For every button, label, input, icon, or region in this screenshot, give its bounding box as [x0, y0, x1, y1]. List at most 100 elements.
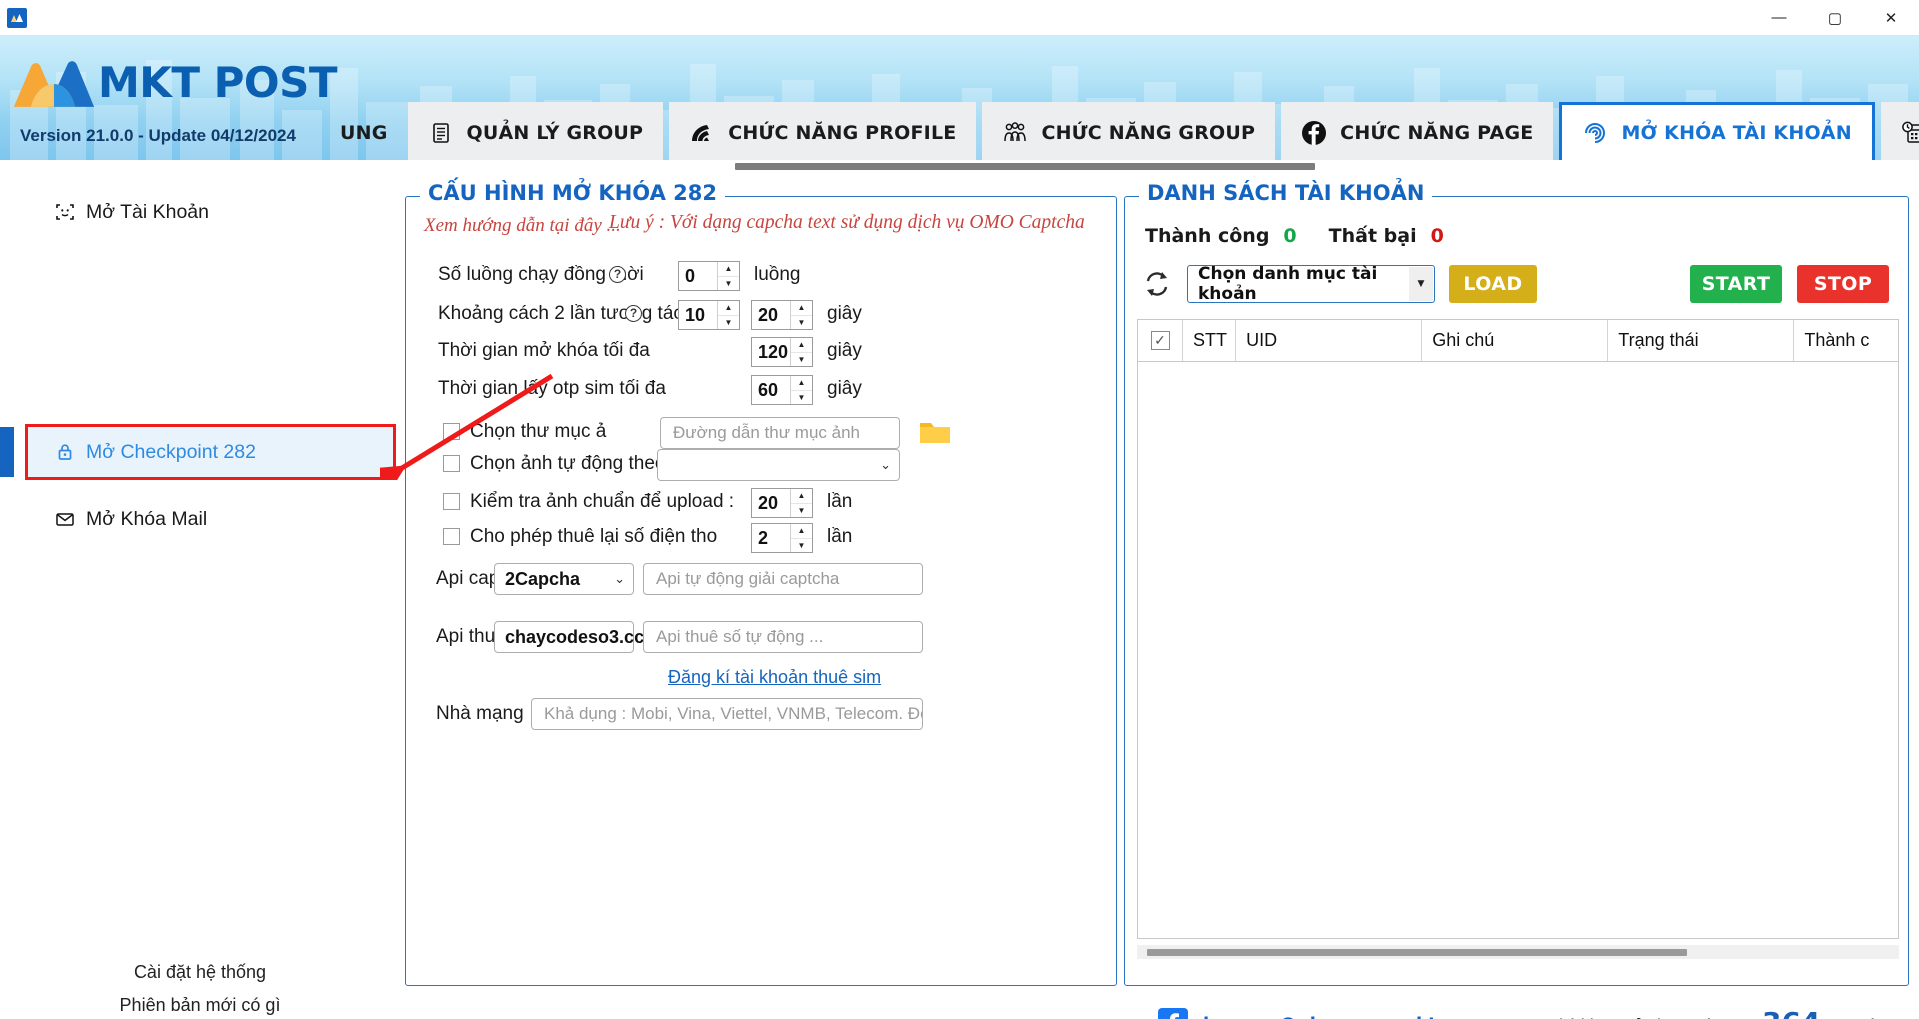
rent-again-up-arrow[interactable]: ▲ [791, 524, 812, 539]
refresh-icon[interactable] [1141, 268, 1173, 300]
left-sidebar: Mở Tài Khoản Mở Checkpoint 282 Mở Khóa M… [0, 172, 400, 1019]
row-auto-photo: Chọn ảnh tự động theo w ⌄ [406, 446, 1118, 484]
column-ghi-chu[interactable]: Ghi chú [1422, 320, 1609, 361]
max-unlock-time-input[interactable] [752, 338, 790, 366]
column-uid[interactable]: UID [1236, 320, 1423, 361]
check-photo-stepper[interactable]: ▲▼ [751, 488, 813, 518]
threads-help-icon[interactable]: ? [609, 266, 626, 283]
tab-ung[interactable]: UNG [340, 102, 402, 160]
scrollbar-thumb[interactable] [1147, 949, 1687, 956]
threads-arrows[interactable]: ▲ ▼ [717, 262, 739, 290]
interval-to-stepper[interactable]: ▲▼ [751, 300, 813, 330]
interval-to-down-arrow[interactable]: ▼ [791, 316, 812, 330]
start-button[interactable]: START [1690, 265, 1782, 303]
rent-again-down-arrow[interactable]: ▼ [791, 539, 812, 553]
column-thanh-cong[interactable]: Thành c [1794, 320, 1898, 361]
tab-chuc-nang-page[interactable]: CHỨC NĂNG PAGE [1281, 102, 1554, 160]
sidebar-item-mo-checkpoint-282[interactable]: Mở Checkpoint 282 [28, 427, 394, 477]
support-email[interactable]: huynnq@phanmemmkt.vn [1203, 1014, 1468, 1019]
rent-again-checkbox[interactable] [443, 528, 460, 545]
check-photo-down-arrow[interactable]: ▼ [791, 504, 812, 518]
interval-from-stepper[interactable]: ▲▼ [678, 300, 740, 330]
pick-folder-checkbox[interactable] [443, 423, 460, 440]
interval-from-up-arrow[interactable]: ▲ [718, 301, 739, 316]
sidebar-item-label: Mở Khóa Mail [86, 507, 208, 530]
tab-lap-lich[interactable]: LẬP LỊCH [1880, 102, 1919, 160]
interval-help-icon[interactable]: ? [625, 305, 642, 322]
interval-to-arrows[interactable]: ▲ ▼ [790, 301, 812, 329]
facebook-icon[interactable] [1158, 1008, 1188, 1019]
sidebar-item-mo-khoa-mail[interactable]: Mở Khóa Mail [28, 494, 394, 544]
max-unlock-time-down-arrow[interactable]: ▼ [791, 353, 812, 367]
register-sim-account-link[interactable]: Đăng kí tài khoản thuê sim [668, 667, 881, 688]
interval-from-down-arrow[interactable]: ▼ [718, 316, 739, 330]
check-photo-arrows[interactable]: ▲ ▼ [790, 489, 812, 517]
check-photo-input[interactable] [752, 489, 790, 517]
config-panel-title: CẤU HÌNH MỞ KHÓA 282 [420, 181, 725, 205]
interval-to-up-arrow[interactable]: ▲ [791, 301, 812, 316]
api-sim-key-input[interactable]: Api thuê số tự động ... [643, 621, 923, 653]
stop-button[interactable]: STOP [1797, 265, 1889, 303]
threads-down-arrow[interactable]: ▼ [718, 277, 739, 291]
max-otp-time-down-arrow[interactable]: ▼ [791, 391, 812, 405]
max-otp-time-up-arrow[interactable]: ▲ [791, 376, 812, 391]
top-horizontal-scrollbar[interactable] [0, 160, 1919, 172]
scrollbar-thumb[interactable] [735, 163, 1315, 170]
threads-up-arrow[interactable]: ▲ [718, 262, 739, 277]
threads-unit: luồng [754, 264, 801, 285]
auto-photo-select[interactable]: ⌄ [657, 449, 900, 481]
threads-input[interactable] [679, 262, 717, 290]
load-button[interactable]: LOAD [1449, 265, 1537, 303]
carrier-input[interactable]: Khả dụng : Mobi, Vina, Viettel, VNMB, Te… [531, 698, 923, 730]
tab-label: CHỨC NĂNG GROUP [1041, 122, 1256, 144]
select-all-header[interactable]: ✓ [1138, 320, 1183, 361]
api-captcha-value: 2Capcha [505, 568, 581, 589]
max-otp-time-stepper[interactable]: ▲▼ [751, 375, 813, 405]
check-photo-checkbox[interactable] [443, 493, 460, 510]
tab-mo-khoa-tai-khoan[interactable]: MỞ KHÓA TÀI KHOẢN [1559, 102, 1875, 160]
rent-again-arrows[interactable]: ▲ ▼ [790, 524, 812, 552]
chevron-down-icon[interactable]: ▼ [1409, 267, 1433, 301]
config-notes: Xem hướng dẫn tại đây ... Lưu ý : Với dạ… [424, 212, 1114, 241]
threads-stepper[interactable]: ▲▼ [678, 261, 740, 291]
column-stt[interactable]: STT [1183, 320, 1237, 361]
rent-again-stepper[interactable]: ▲▼ [751, 523, 813, 553]
folder-browse-button[interactable] [918, 417, 952, 447]
select-all-checkbox[interactable]: ✓ [1150, 331, 1170, 350]
app-footer: huynnq@phanmemmkt.vn Thời hạn sử dụng cò… [0, 996, 1919, 1019]
interval-from-input[interactable] [679, 301, 717, 329]
column-trang-thai[interactable]: Trạng thái [1608, 320, 1795, 361]
close-button[interactable]: ✕ [1863, 0, 1919, 36]
account-category-select[interactable]: Chọn danh mục tài khoản ▼ [1187, 264, 1435, 304]
tab-label: UNG [340, 122, 388, 144]
max-unlock-time-up-arrow[interactable]: ▲ [791, 338, 812, 353]
api-sim-select[interactable]: chaycodeso3.cc ⌄ [494, 621, 655, 653]
fingerprint-icon [1582, 120, 1608, 146]
api-captcha-select[interactable]: 2Capcha ⌄ [494, 563, 634, 595]
minimize-button[interactable]: — [1751, 0, 1807, 36]
sidebar-item-mo-tai-khoan[interactable]: Mở Tài Khoản [28, 187, 394, 237]
max-unlock-time-stepper[interactable]: ▲▼ [751, 337, 813, 367]
max-otp-time-arrows[interactable]: ▲ ▼ [790, 376, 812, 404]
interval-to-input[interactable] [752, 301, 790, 329]
version-label: Version 21.0.0 - Update 04/12/2024 [20, 126, 296, 145]
success-label: Thành công [1145, 225, 1270, 247]
check-photo-up-arrow[interactable]: ▲ [791, 489, 812, 504]
maximize-button[interactable]: ▢ [1807, 0, 1863, 36]
app-header: MKT POST Version 21.0.0 - Update 04/12/2… [0, 36, 1919, 160]
accounts-table-scrollbar[interactable] [1137, 945, 1899, 959]
rent-again-input[interactable] [752, 524, 790, 552]
brand-logo: MKT POST Version 21.0.0 - Update 04/12/2… [10, 50, 340, 160]
max-unlock-time-arrows[interactable]: ▲ ▼ [790, 338, 812, 366]
guide-link[interactable]: Xem hướng dẫn tại đây ... [424, 215, 621, 237]
folder-path-input[interactable]: Đường dẫn thư mục ảnh [660, 417, 900, 449]
link-cai-dat-he-thong[interactable]: Cài đặt hệ thống [134, 962, 266, 983]
tab-chuc-nang-group[interactable]: CHỨC NĂNG GROUP [982, 102, 1276, 160]
tab-quan-ly-group[interactable]: QUẢN LÝ GROUP [407, 102, 664, 160]
tab-chuc-nang-profile[interactable]: CHỨC NĂNG PROFILE [669, 102, 977, 160]
auto-photo-checkbox[interactable] [443, 455, 460, 472]
max-otp-time-input[interactable] [752, 376, 790, 404]
api-captcha-key-input[interactable]: Api tự động giải captcha [643, 563, 923, 595]
chevron-down-icon: ⌄ [614, 571, 625, 586]
interval-from-arrows[interactable]: ▲ ▼ [717, 301, 739, 329]
